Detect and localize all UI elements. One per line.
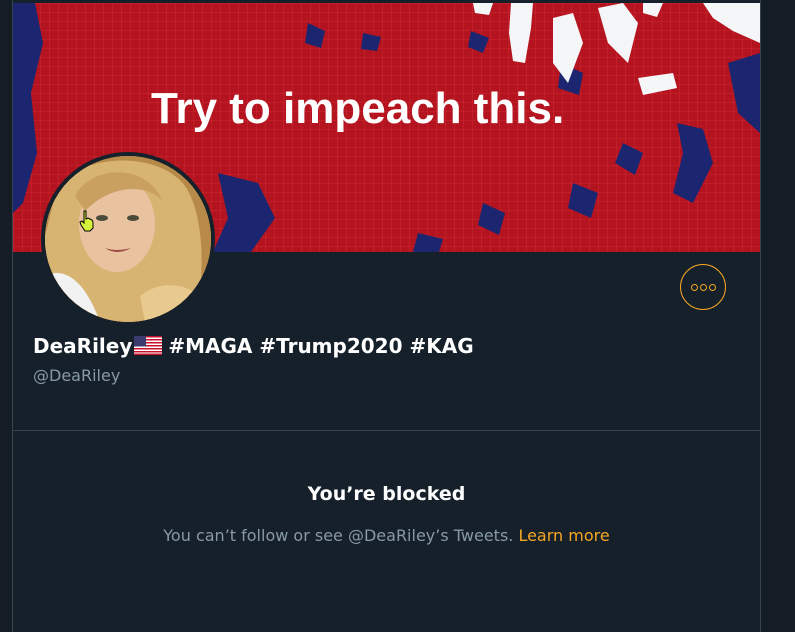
section-divider bbox=[13, 430, 760, 431]
more-options-icon bbox=[690, 283, 698, 291]
profile-column: Try to impeach this. DeaRiley #MAGA #Tru… bbox=[12, 0, 761, 632]
display-name: DeaRiley #MAGA #Trump2020 #KAG bbox=[33, 334, 474, 358]
blocked-message: You can’t follow or see @DeaRiley’s Twee… bbox=[13, 526, 760, 545]
display-name-text: DeaRiley bbox=[33, 334, 133, 358]
blocked-title: You’re blocked bbox=[307, 483, 466, 505]
more-options-icon bbox=[708, 283, 716, 291]
avatar-photo bbox=[45, 156, 211, 322]
profile-handle: @DeaRiley bbox=[33, 366, 121, 385]
banner-caption: Try to impeach this. bbox=[151, 84, 564, 133]
learn-more-link[interactable]: Learn more bbox=[518, 526, 609, 545]
profile-hashtags: #MAGA #Trump2020 #KAG bbox=[168, 334, 474, 358]
us-flag-icon bbox=[134, 336, 163, 355]
profile-avatar[interactable] bbox=[41, 152, 215, 326]
hand-cursor-icon bbox=[79, 210, 95, 236]
more-options-icon bbox=[699, 283, 707, 291]
blocked-message-text: You can’t follow or see @DeaRiley’s Twee… bbox=[163, 526, 514, 545]
more-options-button[interactable] bbox=[680, 264, 726, 310]
